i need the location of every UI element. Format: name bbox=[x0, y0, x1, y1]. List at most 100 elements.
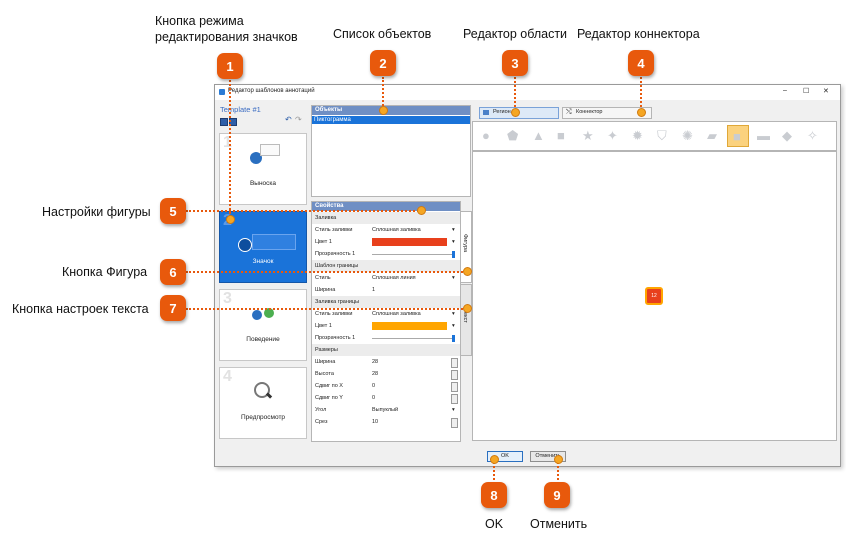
leader-line-1 bbox=[229, 77, 231, 217]
template-callout[interactable]: 1 Выноска bbox=[219, 133, 307, 205]
prop-value: 0 bbox=[372, 383, 376, 389]
callout-4-text: Редактор коннектора bbox=[577, 27, 700, 41]
burst-icon-button[interactable]: ✺ bbox=[677, 125, 699, 147]
border-style-row[interactable]: Стиль Сплошная линия ▾ bbox=[312, 272, 460, 284]
border-fill-section: Заливка границы bbox=[312, 296, 460, 308]
app-icon bbox=[219, 89, 225, 95]
slider-thumb[interactable] bbox=[452, 251, 455, 258]
fill-style-row[interactable]: Стиль заливки Сплошная заливка ▾ bbox=[312, 224, 460, 236]
undo-icon[interactable]: ↶ bbox=[285, 115, 292, 124]
leader-line-2 bbox=[382, 77, 384, 109]
angle-row[interactable]: Угол Выпуклый ▾ bbox=[312, 404, 460, 416]
border-color-swatch[interactable] bbox=[372, 322, 447, 330]
star5-icon-button[interactable]: ★ bbox=[577, 125, 599, 147]
opacity-slider[interactable] bbox=[372, 338, 454, 339]
pentagon-icon-button[interactable]: ⬟ bbox=[502, 125, 524, 147]
opacity-row[interactable]: Прозрачность 1 bbox=[312, 248, 460, 260]
prop-label: Высота bbox=[315, 371, 334, 377]
parallelogram-icon-button[interactable]: ▰ bbox=[702, 125, 724, 147]
anchor-dot-8 bbox=[490, 455, 499, 464]
objects-list-item[interactable]: Пиктограмма bbox=[312, 116, 470, 124]
border-width-row[interactable]: Ширина 1 bbox=[312, 284, 460, 296]
opacity-slider[interactable] bbox=[372, 254, 454, 255]
window-title: Редактор шаблонов аннотаций bbox=[228, 88, 315, 94]
circle-icon: ● bbox=[482, 128, 490, 143]
behavior-preview-icon bbox=[252, 310, 262, 320]
leader-line-5 bbox=[186, 210, 419, 212]
callout-badge-3: 3 bbox=[502, 50, 528, 76]
callout-8-text: OK bbox=[485, 517, 504, 531]
dropdown-arrow-icon: ▾ bbox=[452, 323, 455, 329]
anchor-dot-9 bbox=[554, 455, 563, 464]
template-number-4: 4 bbox=[223, 368, 232, 385]
rounded-rect-icon-button[interactable]: ▬ bbox=[752, 125, 774, 147]
size-width-row[interactable]: Ширина 28 bbox=[312, 356, 460, 368]
offset-y-row[interactable]: Сдвиг по Y 0 bbox=[312, 392, 460, 404]
star4-icon-button[interactable]: ✦ bbox=[602, 125, 624, 147]
icon-preview-icon bbox=[238, 238, 252, 252]
spinner-icon[interactable] bbox=[451, 358, 458, 368]
callout-6-text: Кнопка Фигура bbox=[62, 265, 148, 279]
spinner-icon[interactable] bbox=[451, 418, 458, 428]
diamond-icon-button[interactable]: ◆ bbox=[777, 125, 799, 147]
cross-star-icon-button[interactable]: ✧ bbox=[802, 125, 824, 147]
region-canvas[interactable]: 12 bbox=[472, 151, 837, 441]
square-icon-button[interactable]: ■ bbox=[552, 125, 574, 147]
spinner-icon[interactable] bbox=[451, 382, 458, 392]
prop-label: Стиль заливки bbox=[315, 227, 353, 233]
minimize-button[interactable]: – bbox=[783, 87, 787, 94]
callout-7-text: Кнопка настроек текста bbox=[12, 302, 149, 316]
star5-icon: ★ bbox=[582, 128, 594, 143]
offset-x-row[interactable]: Сдвиг по X 0 bbox=[312, 380, 460, 392]
rounded-square-icon-button[interactable]: ■ bbox=[727, 125, 749, 147]
cut-row[interactable]: Срез 10 bbox=[312, 416, 460, 428]
callout-2-text: Список объектов bbox=[333, 27, 432, 41]
template-label: Значок bbox=[252, 258, 274, 265]
section-title: Размеры bbox=[315, 347, 338, 353]
template-behavior[interactable]: 3 Поведение bbox=[219, 289, 307, 361]
prop-value: 0 bbox=[372, 395, 376, 401]
anchor-dot-3 bbox=[511, 108, 520, 117]
callout-1-text: Кнопка режима редактирования значков bbox=[155, 14, 298, 44]
anchor-dot-4 bbox=[637, 108, 646, 117]
preview-marker[interactable]: 12 bbox=[645, 287, 663, 305]
spinner-icon[interactable] bbox=[451, 394, 458, 404]
triangle-icon-button[interactable]: ▲ bbox=[527, 125, 549, 147]
anchor-dot-5 bbox=[417, 206, 426, 215]
dropdown-arrow-icon: ▾ bbox=[452, 239, 455, 245]
anchor-dot-2 bbox=[379, 106, 388, 115]
gear-shape-icon-button[interactable]: ✹ bbox=[627, 125, 649, 147]
template-preview[interactable]: 4 Предпросмотр bbox=[219, 367, 307, 439]
size-height-row[interactable]: Высота 28 bbox=[312, 368, 460, 380]
redo-icon[interactable]: ↷ bbox=[295, 115, 302, 124]
border-color1-row[interactable]: Цвет 1 ▾ bbox=[312, 320, 460, 332]
spinner-icon[interactable] bbox=[451, 370, 458, 380]
prop-value: Сплошная заливка bbox=[372, 227, 421, 233]
template-label: Поведение bbox=[246, 336, 280, 343]
border-opacity-row[interactable]: Прозрачность 1 bbox=[312, 332, 460, 344]
prop-label: Ширина bbox=[315, 287, 336, 293]
bucket-icon: ⛉ bbox=[657, 128, 667, 143]
prop-value: 10 bbox=[372, 419, 379, 425]
title-bar: Редактор шаблонов аннотаций – ☐ ✕ bbox=[215, 85, 840, 100]
shape-toolbar: ● ⬟ ▲ ■ ★ ✦ ✹ ⛉ ✺ ▰ ■ ▬ ◆ ✧ bbox=[472, 121, 837, 151]
tab-text[interactable]: Текст bbox=[460, 284, 472, 356]
color1-row[interactable]: Цвет 1 ▾ bbox=[312, 236, 460, 248]
maximize-button[interactable]: ☐ bbox=[803, 87, 809, 95]
callout-preview-box bbox=[260, 144, 280, 156]
tab-shape-label: Фигура bbox=[462, 234, 468, 253]
fill-color-swatch[interactable] bbox=[372, 238, 447, 246]
prop-label: Срез bbox=[315, 419, 328, 425]
tab-region-label: Регион bbox=[493, 109, 511, 115]
callout-3-text: Редактор области bbox=[463, 27, 568, 41]
objects-panel: Объекты Пиктограмма bbox=[311, 105, 471, 197]
leader-line-7 bbox=[186, 308, 466, 310]
editor-tabs: Регион ⤭ Коннектор bbox=[474, 105, 834, 119]
parallelogram-icon: ▰ bbox=[707, 128, 717, 143]
bucket-icon-button[interactable]: ⛉ bbox=[652, 125, 674, 147]
slider-thumb[interactable] bbox=[452, 335, 455, 342]
save-icon[interactable] bbox=[220, 118, 228, 126]
leader-line-6 bbox=[186, 271, 466, 273]
close-button[interactable]: ✕ bbox=[823, 87, 829, 95]
circle-icon-button[interactable]: ● bbox=[477, 125, 499, 147]
